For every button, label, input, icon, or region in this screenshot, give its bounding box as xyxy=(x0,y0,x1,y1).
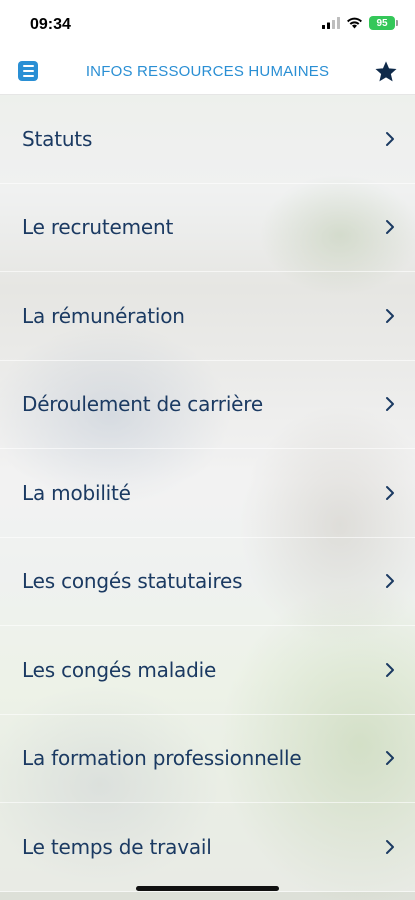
battery-level: 95 xyxy=(376,17,388,29)
list-item-mobilite[interactable]: La mobilité xyxy=(0,449,415,538)
status-bar: 09:34 95 xyxy=(0,0,415,50)
list-item-label: Déroulement de carrière xyxy=(22,392,263,417)
navigation-bar: INFOS RESSOURCES HUMAINES xyxy=(0,50,415,95)
home-indicator[interactable] xyxy=(136,886,279,891)
list-item-label: Le recrutement xyxy=(22,215,174,240)
list-item-temps-de-travail[interactable]: Le temps de travail xyxy=(0,803,415,892)
chevron-right-icon xyxy=(386,751,394,766)
status-icons: 95 xyxy=(322,16,398,30)
list-item-label: Le temps de travail xyxy=(22,834,212,859)
chevron-right-icon xyxy=(386,662,394,677)
chevron-right-icon xyxy=(386,220,394,235)
wifi-icon xyxy=(346,17,363,29)
topics-list-container: Statuts Le recrutement La rémunération D… xyxy=(0,95,415,900)
cellular-signal-icon xyxy=(322,17,340,29)
chevron-right-icon xyxy=(386,574,394,589)
list-item-remuneration[interactable]: La rémunération xyxy=(0,272,415,361)
list-item-formation-professionnelle[interactable]: La formation professionnelle xyxy=(0,714,415,803)
list-item-label: Statuts xyxy=(22,126,93,151)
chevron-right-icon xyxy=(386,131,394,146)
battery-icon: 95 xyxy=(369,16,398,30)
chevron-right-icon xyxy=(386,308,394,323)
menu-icon[interactable] xyxy=(18,61,38,81)
list-item-statuts[interactable]: Statuts xyxy=(0,95,415,184)
list-item-conges-maladie[interactable]: Les congés maladie xyxy=(0,626,415,715)
status-time: 09:34 xyxy=(30,16,71,33)
list-item-label: Les congés statutaires xyxy=(22,569,243,594)
list-item-label: La mobilité xyxy=(22,480,131,505)
chevron-right-icon xyxy=(386,485,394,500)
list-item-label: La formation professionnelle xyxy=(22,746,302,771)
star-icon[interactable] xyxy=(373,59,399,85)
list-item-conges-statutaires[interactable]: Les congés statutaires xyxy=(0,537,415,626)
list-item-deroulement-carriere[interactable]: Déroulement de carrière xyxy=(0,360,415,449)
topics-list: Statuts Le recrutement La rémunération D… xyxy=(0,95,415,900)
list-item-recrutement[interactable]: Le recrutement xyxy=(0,183,415,272)
list-item-label: La rémunération xyxy=(22,303,185,328)
chevron-right-icon xyxy=(386,839,394,854)
chevron-right-icon xyxy=(386,397,394,412)
list-item-label: Les congés maladie xyxy=(22,657,217,682)
page-title: INFOS RESSOURCES HUMAINES xyxy=(85,63,330,80)
